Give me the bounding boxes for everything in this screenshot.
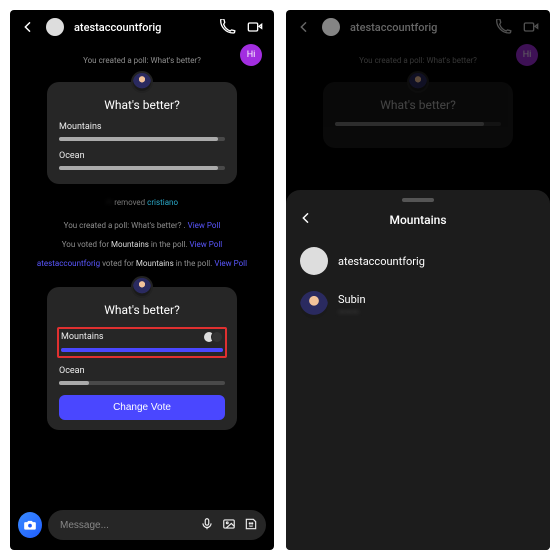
gallery-icon[interactable] [222,517,236,534]
back-icon[interactable] [20,19,36,35]
system-created-poll-2: You created a poll: What's better? . Vie… [64,221,221,230]
sheet-title: Mountains [316,213,520,227]
sheet-grabber[interactable] [402,198,434,202]
chat-header: atestaccountforig [286,10,550,42]
poll-title: What's better? [59,98,225,112]
phone-right: atestaccountforig Hi You created a poll:… [286,10,550,550]
poll-sender-avatar [407,71,429,93]
poll-sender-avatar [131,276,153,298]
call-icon[interactable] [220,19,236,35]
chat-scroll: You created a poll: What's better? What'… [10,42,274,504]
chat-username[interactable]: atestaccountforig [74,21,161,34]
voter-name: atestaccountforig [338,255,425,268]
view-poll-link[interactable]: View Poll [188,221,221,230]
poll-card[interactable]: What's better? Mountains Ocean [47,82,237,184]
voters-sheet[interactable]: Mountains atestaccountforig Subin ——— [286,190,550,550]
chat-username: atestaccountforig [350,21,437,34]
poll-option-label: Mountains [59,122,102,132]
voter-avatar [300,291,328,319]
view-poll-link[interactable]: View Poll [190,240,223,249]
sticker-icon[interactable] [244,517,258,534]
video-call-icon[interactable] [246,19,264,35]
voter-row[interactable]: Subin ——— [286,283,550,327]
poll-card-results[interactable]: What's better? Mountains Ocean Change Vo… [47,287,237,430]
sheet-back-icon[interactable] [298,210,316,229]
voter-name: Subin [338,293,366,306]
change-vote-button[interactable]: Change Vote [59,395,225,420]
system-removed: — removed cristiano [106,198,178,207]
system-other-voted: atestaccountforig voted for Mountains in… [37,259,247,268]
poll-option-label: Ocean [59,151,85,161]
voter-avatar [300,247,328,275]
message-input-wrap [48,510,266,540]
poll-option-label: Mountains [61,332,104,342]
message-composer [10,504,274,550]
chat-header: atestaccountforig [10,10,274,42]
poll-option-label: Ocean [59,366,85,376]
view-poll-link[interactable]: View Poll [214,259,247,268]
mic-icon[interactable] [200,517,214,534]
poll-option[interactable]: Ocean [59,366,225,385]
voter-row[interactable]: atestaccountforig [286,239,550,283]
camera-button[interactable] [18,512,42,538]
call-icon [496,19,512,35]
highlight-winning-option: Mountains [57,327,227,358]
option-voters[interactable] [203,331,223,343]
poll-option[interactable]: Mountains [59,122,225,141]
voter-subtitle: ——— [338,308,366,318]
system-you-voted: You voted for Mountains in the poll. Vie… [62,240,222,249]
poll-title: What's better? [335,98,501,112]
video-call-icon [522,19,540,35]
poll-sender-avatar [131,71,153,93]
hi-badge: Hi [240,44,262,66]
poll-option[interactable]: Ocean [59,151,225,170]
sheet-header: Mountains [286,206,550,239]
message-input[interactable] [60,520,192,531]
system-created-poll: You created a poll: What's better? [83,56,201,65]
poll-title: What's better? [59,303,225,317]
phone-left: atestaccountforig Hi You created a poll:… [10,10,274,550]
chat-avatar[interactable] [46,18,64,36]
chat-avatar [322,18,340,36]
back-icon[interactable] [296,19,312,35]
system-created-poll: You created a poll: What's better? [359,56,477,65]
poll-option[interactable]: Mountains [61,331,223,352]
